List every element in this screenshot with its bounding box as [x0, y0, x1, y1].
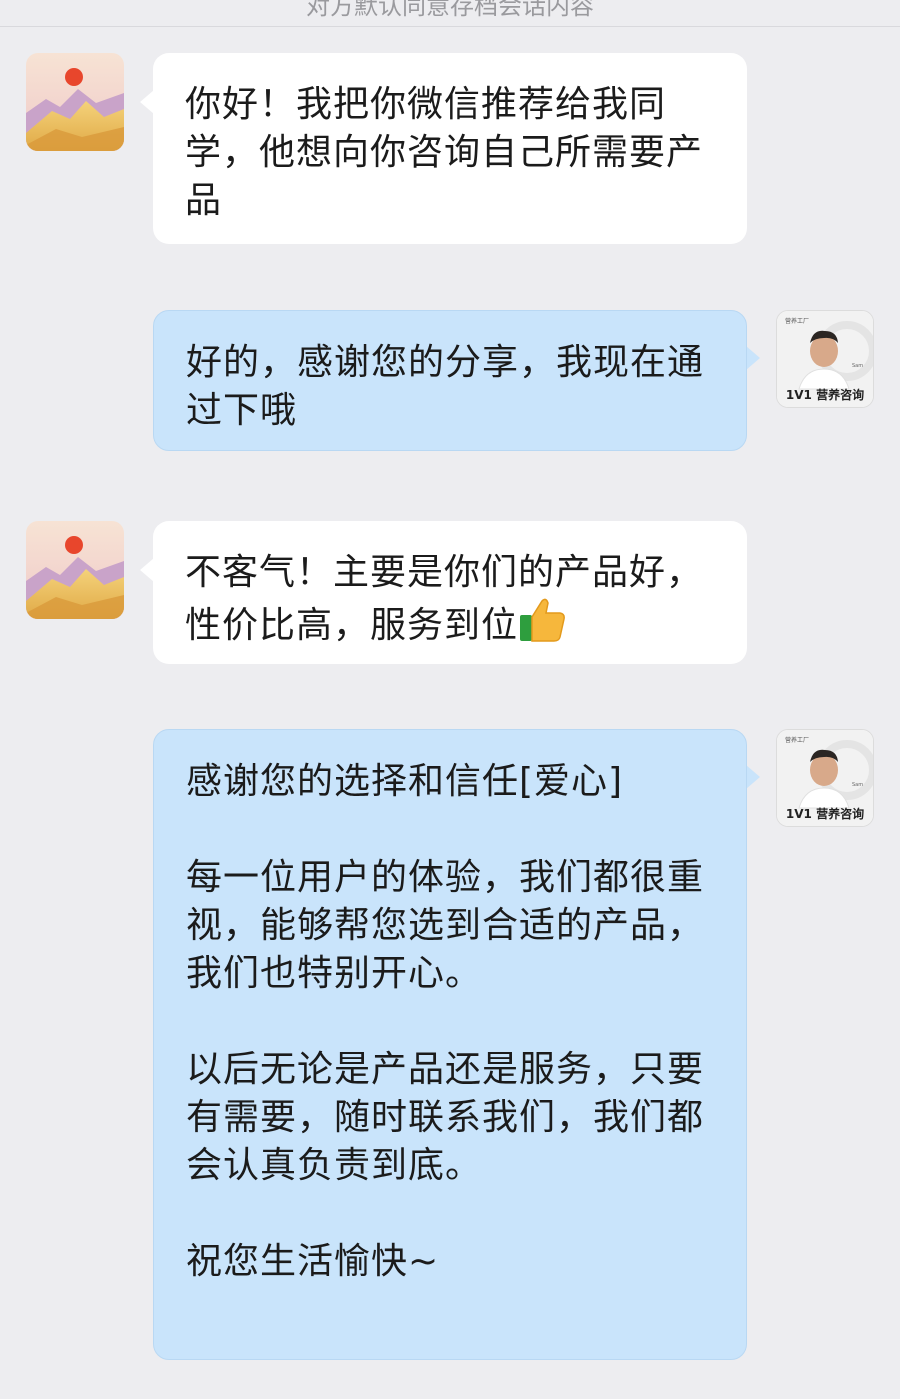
bubble-tail	[140, 90, 154, 114]
message-paragraph: 感谢您的选择和信任[爱心]	[186, 761, 624, 802]
agent-name: Sam	[852, 363, 864, 369]
incoming-message[interactable]: 你好！我把你微信推荐给我同学，他想向你咨询自己所需要产品	[153, 53, 747, 244]
bubble-tail	[746, 765, 760, 789]
brand-label: 营养工厂	[785, 737, 810, 744]
bubble-tail	[746, 346, 760, 370]
agent-name: Sam	[852, 782, 864, 788]
divider	[0, 26, 900, 27]
message-paragraph: 以后无论是产品还是服务，只要有需要，随时联系我们，我们都会认真负责到底。	[186, 1049, 705, 1186]
agent-avatar[interactable]: 营养工厂 Sam 1V1 营养咨询	[776, 310, 874, 408]
incoming-message[interactable]: 不客气！主要是你们的产品好，性价比高，服务到位	[153, 521, 747, 664]
archive-notice: 对方默认同意存档会话内容	[306, 0, 594, 20]
brand-label: 营养工厂	[785, 318, 810, 325]
message-text: 好的，感谢您的分享，我现在通过下哦	[186, 342, 705, 431]
avatar-caption: 1V1 营养咨询	[785, 807, 865, 821]
message-text: 不客气！主要是你们的产品好，性价比高，服务到位	[185, 549, 717, 656]
message-text-content: 不客气！主要是你们的产品好，性价比高，服务到位	[185, 552, 704, 646]
message-paragraph: 祝您生活愉快~	[186, 1241, 440, 1282]
message-text: 你好！我把你微信推荐给我同学，他想向你咨询自己所需要产品	[185, 84, 704, 221]
contact-avatar[interactable]	[26, 53, 124, 151]
outgoing-message[interactable]: 感谢您的选择和信任[爱心] 每一位用户的体验，我们都很重视，能够帮您选到合适的产…	[153, 729, 747, 1360]
mountain-sunset-icon	[26, 521, 124, 619]
bubble-tail	[140, 558, 154, 582]
thumbs-up-icon	[518, 597, 566, 656]
message-paragraph: 每一位用户的体验，我们都很重视，能够帮您选到合适的产品，我们也特别开心。	[186, 857, 705, 994]
outgoing-message[interactable]: 好的，感谢您的分享，我现在通过下哦	[153, 310, 747, 451]
agent-avatar[interactable]: 营养工厂 Sam 1V1 营养咨询	[776, 729, 874, 827]
mountain-sunset-icon	[26, 53, 124, 151]
contact-avatar[interactable]	[26, 521, 124, 619]
avatar-caption: 1V1 营养咨询	[785, 388, 865, 402]
